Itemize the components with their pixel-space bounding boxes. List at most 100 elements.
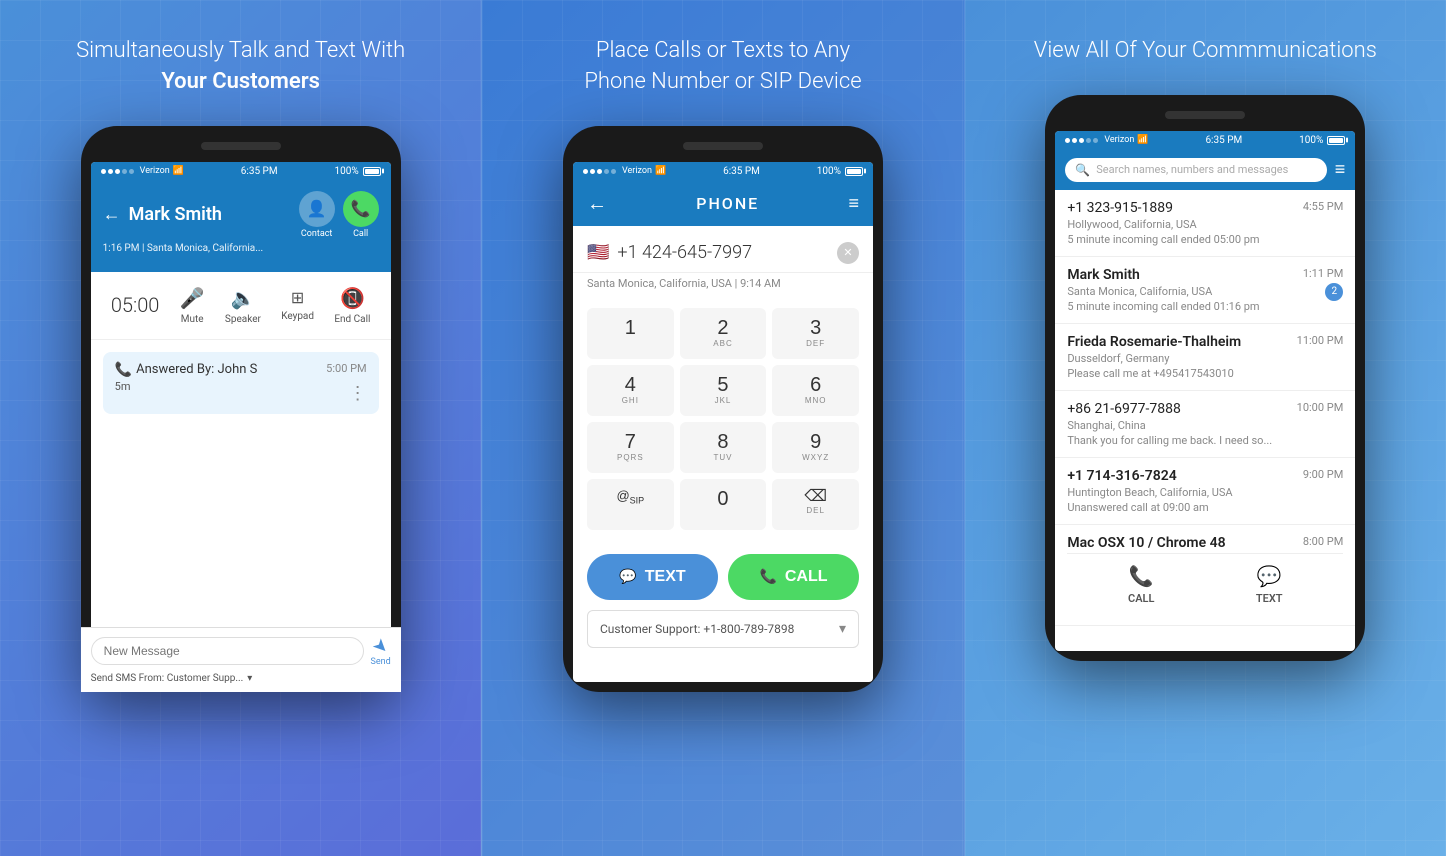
text-button[interactable]: 💬 TEXT (587, 554, 718, 600)
text-icon: 💬 (619, 568, 636, 585)
signal-dots (101, 169, 134, 174)
list-item[interactable]: +1 323-915-1889 4:55 PM Hollywood, Calif… (1055, 190, 1355, 257)
answered-name: 📞 Answered By: John S (115, 362, 258, 378)
bottom-actions: 📞 CALL 💬 TEXT (1067, 553, 1343, 615)
r-dot-5 (1093, 138, 1098, 143)
phone-mockup-left: Verizon 📶 6:35 PM 100% ← Mark Smith (81, 126, 401, 692)
call-label: CALL (785, 568, 828, 586)
panel-middle: Place Calls or Texts to AnyPhone Number … (481, 0, 964, 856)
text-label: TEXT (645, 568, 686, 586)
key-del[interactable]: ⌫DEL (772, 479, 859, 530)
time-m: 6:35 PM (723, 166, 760, 177)
back-btn-m[interactable]: ← (587, 191, 607, 216)
comms-name-1: +1 323-915-1889 (1067, 200, 1173, 216)
key-6[interactable]: 6MNO (772, 365, 859, 416)
phone-top-bar: ← PHONE ≡ (573, 181, 873, 226)
end-call-btn[interactable]: 📵 End Call (334, 286, 370, 325)
answered-bubble: 📞 Answered By: John S 5m 5:00 PM ⋮ (103, 352, 379, 414)
signal-dots-r (1065, 138, 1098, 143)
unread-badge: 2 (1325, 283, 1343, 301)
menu-lines-icon[interactable]: ≡ (1335, 159, 1346, 180)
r-dot-2 (1072, 138, 1077, 143)
speaker-icon: 🔈 (230, 286, 255, 310)
dots-menu[interactable]: ⋮ (349, 383, 367, 404)
battery-left (363, 167, 381, 176)
keypad-btn[interactable]: ⊞ Keypad (281, 288, 314, 322)
mute-icon: 🎤 (180, 286, 205, 310)
key-1[interactable]: 1 (587, 308, 674, 359)
phone-speaker-right (1165, 111, 1245, 119)
panel-title-left: Simultaneously Talk and Text With Your C… (56, 36, 425, 98)
answered-info: 📞 Answered By: John S 5m (115, 362, 258, 393)
call-action-btn[interactable]: 📞 Call (343, 191, 379, 239)
comms-time-2: 1:11 PM (1303, 267, 1343, 280)
phone-title: PHONE (696, 194, 759, 213)
key-7[interactable]: 7PQRS (587, 422, 674, 473)
battery-pct-m: 100% (817, 166, 841, 177)
comms-location-2: Santa Monica, California, USA (1067, 285, 1343, 298)
text-action-label: TEXT (1256, 592, 1283, 605)
key-sip[interactable]: @SIP (587, 479, 674, 530)
keypad: 1 2ABC 3DEF 4GHI 5JKL 6MNO 7PQRS 8TUV 9W… (573, 300, 873, 544)
send-icon: ➤ (368, 633, 391, 659)
dot-4 (122, 169, 127, 174)
keypad-row-1: 1 2ABC 3DEF (587, 308, 859, 359)
key-4[interactable]: 4GHI (587, 365, 674, 416)
status-left-m: Verizon 📶 (583, 166, 666, 176)
phone-speaker-middle (683, 142, 763, 150)
comms-message-2: 5 minute incoming call ended 01:16 pm (1067, 300, 1343, 313)
call-icon: 📞 (343, 191, 379, 227)
list-item[interactable]: +1 714-316-7824 9:00 PM Huntington Beach… (1055, 458, 1355, 525)
search-input-wrap[interactable]: 🔍 Search names, numbers and messages (1065, 158, 1326, 182)
speaker-btn[interactable]: 🔈 Speaker (225, 286, 261, 325)
m-dot-3 (597, 169, 602, 174)
comms-location-5: Huntington Beach, California, USA (1067, 486, 1343, 499)
r-dot-4 (1086, 138, 1091, 143)
key-0[interactable]: 0 (680, 479, 767, 530)
battery-pct-r: 100% (1299, 135, 1323, 146)
call-phone-icon: 📞 (759, 568, 776, 585)
list-item[interactable]: +86 21-6977-7888 10:00 PM Shanghai, Chin… (1055, 391, 1355, 458)
key-3[interactable]: 3DEF (772, 308, 859, 359)
end-call-label: End Call (334, 314, 370, 325)
send-label: Send (370, 657, 390, 667)
contact-action-btn[interactable]: 👤 Contact (299, 191, 335, 239)
call-label: Call (353, 229, 368, 239)
dot-3 (115, 169, 120, 174)
speaker-label: Speaker (225, 314, 261, 325)
back-arrow-left[interactable]: ← (103, 204, 121, 225)
dialer-actions: 💬 TEXT 📞 CALL (573, 544, 873, 610)
mute-btn[interactable]: 🎤 Mute (180, 286, 205, 325)
list-item[interactable]: Mark Smith 1:11 PM Santa Monica, Califor… (1055, 257, 1355, 324)
key-2[interactable]: 2ABC (680, 308, 767, 359)
signal-dots-m (583, 169, 616, 174)
menu-btn-m[interactable]: ≡ (848, 193, 859, 214)
call-action-icon: 📞 (1129, 564, 1154, 588)
call-timer: 05:00 (111, 293, 160, 317)
bottom-call-action[interactable]: 📞 CALL (1128, 564, 1154, 605)
battery-m (845, 167, 863, 176)
comms-item-top-1: +1 323-915-1889 4:55 PM (1067, 200, 1343, 216)
comms-name-6: Mac OSX 10 / Chrome 48 (1067, 535, 1225, 551)
key-9[interactable]: 9WXYZ (772, 422, 859, 473)
list-item[interactable]: Frieda Rosemarie-Thalheim 11:00 PM Dusse… (1055, 324, 1355, 391)
search-placeholder: Search names, numbers and messages (1096, 163, 1288, 176)
list-item[interactable]: Mac OSX 10 / Chrome 48 8:00 PM 📞 CALL 💬 … (1055, 525, 1355, 626)
bottom-text-action[interactable]: 💬 TEXT (1256, 564, 1283, 605)
sms-arrow: ▾ (247, 673, 252, 682)
key-5[interactable]: 5JKL (680, 365, 767, 416)
send-button[interactable]: ➤ Send (370, 636, 390, 667)
key-8[interactable]: 8TUV (680, 422, 767, 473)
comms-item-top-2: Mark Smith 1:11 PM (1067, 267, 1343, 283)
mute-label: Mute (181, 314, 204, 325)
answered-timestamp: 5:00 PM (326, 362, 366, 375)
comms-location-4: Shanghai, China (1067, 419, 1343, 432)
call-button[interactable]: 📞 CALL (728, 554, 859, 600)
clear-btn[interactable]: ✕ (837, 242, 859, 264)
customer-support-bar[interactable]: Customer Support: +1-800-789-7898 ▾ (587, 610, 859, 648)
message-input[interactable] (91, 637, 365, 665)
call-spacer (91, 426, 391, 586)
call-actions: 👤 Contact 📞 Call (299, 191, 379, 239)
dot-2 (108, 169, 113, 174)
status-right-r: 100% (1299, 135, 1345, 146)
